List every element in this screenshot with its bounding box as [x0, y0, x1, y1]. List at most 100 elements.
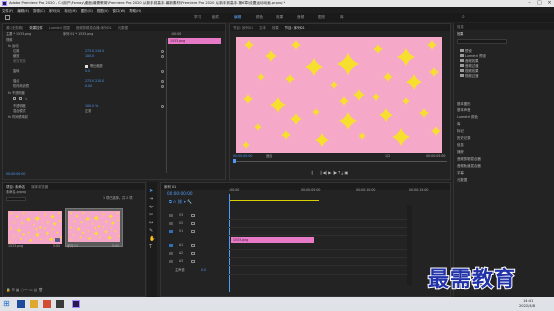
track-label[interactable]: 主声道 — [175, 268, 185, 273]
maximize-button[interactable]: □ — [535, 0, 544, 7]
type-icon[interactable]: T — [149, 244, 152, 250]
selection-tool-icon[interactable]: ➤ — [149, 188, 153, 194]
playhead-marker[interactable] — [233, 159, 236, 163]
effects-list-item[interactable]: 基本图形 — [457, 101, 471, 106]
tab-program-sequence[interactable]: 节目: 序列01 — [285, 25, 305, 30]
tab-effects[interactable]: 效果 — [272, 25, 279, 30]
icon-view-icon[interactable]: ▦ — [16, 288, 19, 292]
step-forward-icon[interactable]: |▶ — [333, 170, 337, 175]
tab-sequence-01[interactable]: 序列 01 — [164, 184, 176, 189]
program-scrubber[interactable] — [233, 161, 447, 162]
snap-icon[interactable]: ∩ — [173, 199, 176, 204]
effects-list-item[interactable]: 基本声音 — [457, 107, 471, 112]
opacity-effect-label[interactable]: fx 不透明度 — [8, 91, 25, 96]
nest-icon[interactable]: ⧉ — [169, 199, 172, 204]
lock-icon[interactable]: 🔒 — [6, 288, 10, 292]
reset-icon[interactable] — [161, 105, 164, 108]
track-select-icon[interactable]: ⇥ — [149, 196, 153, 202]
ripple-edit-icon[interactable]: ⟛ — [149, 204, 154, 210]
playhead-line[interactable] — [229, 194, 230, 292]
workspace-learn[interactable]: 学习 — [194, 13, 201, 22]
rect-mask-icon[interactable] — [19, 97, 22, 100]
pen-mask-icon[interactable]: ✎ — [25, 97, 29, 101]
track-target-toggle[interactable] — [169, 222, 173, 225]
timeline-settings-icon[interactable]: 🔧 — [187, 199, 192, 204]
tab-source[interactable]: 源:(无剪辑) — [6, 25, 23, 30]
pen-icon[interactable]: ✎ — [149, 228, 153, 234]
explorer-icon[interactable] — [30, 300, 38, 308]
menu-graphics[interactable]: 图形(G) — [81, 8, 93, 13]
windows-start-icon[interactable]: ⊞ — [3, 300, 11, 308]
uniform-scale-checkbox[interactable] — [85, 65, 88, 68]
sequence-label[interactable]: 序列 01 * 1533.png — [63, 32, 93, 37]
workspace-libraries[interactable]: 库 — [340, 13, 344, 22]
time-remap-label[interactable]: fx 时间重映射 — [8, 115, 28, 120]
add-marker-icon[interactable]: ▾ — [184, 199, 186, 204]
tab-audio-clip-mixer[interactable]: 音频剪辑混合器:序列01 — [76, 25, 112, 30]
workspace-color[interactable]: 颜色 — [256, 13, 263, 22]
effects-list-item[interactable]: 音频轨道混合器 — [457, 163, 481, 168]
list-view-icon[interactable]: ☰ — [12, 288, 15, 292]
home-icon[interactable] — [5, 15, 10, 20]
effects-list-item[interactable]: 元数据 — [457, 177, 467, 182]
thumb-1533[interactable] — [8, 211, 62, 244]
tab-project[interactable]: 项目: 未命名 — [6, 184, 25, 189]
new-bin-icon[interactable]: ▭ — [29, 288, 32, 292]
premiere-taskbar-icon[interactable] — [72, 300, 80, 308]
track-target-toggle[interactable] — [169, 230, 173, 233]
razor-icon[interactable]: ✂ — [149, 212, 153, 218]
menu-file[interactable]: 文件(F) — [2, 8, 13, 13]
ellipse-mask-icon[interactable] — [13, 97, 16, 100]
zoom-slider[interactable]: ○── — [21, 288, 28, 292]
track-label[interactable]: V1 — [179, 229, 183, 234]
search-icon[interactable]: ⌕ — [462, 13, 465, 22]
camera-icon[interactable]: ▣ — [344, 170, 348, 175]
play-icon[interactable]: ▶ — [328, 170, 331, 175]
track-target-toggle[interactable] — [169, 252, 173, 255]
tab-effect-controls[interactable]: 效果控件 — [29, 25, 43, 30]
track-label[interactable]: A1 — [179, 243, 183, 248]
menu-marker[interactable]: 标记(M) — [64, 8, 76, 13]
effects-list-item[interactable]: 库 — [457, 121, 460, 126]
reset-icon[interactable] — [161, 50, 164, 53]
close-button[interactable]: × — [545, 0, 554, 7]
app-icon[interactable] — [56, 300, 64, 308]
tab-program[interactable]: 节目: 序列01 — [233, 25, 253, 30]
menu-help[interactable]: 帮助(H) — [129, 8, 141, 13]
work-area-bar[interactable] — [229, 200, 319, 201]
tab-media-browser[interactable]: 媒体浏览器 — [31, 184, 48, 189]
thumb-sequence[interactable] — [68, 211, 120, 242]
reset-icon[interactable] — [161, 80, 164, 83]
workspace-audio[interactable]: 音频 — [297, 13, 304, 22]
effects-list-item[interactable]: 音频剪辑混合器 — [457, 156, 481, 161]
mark-in-icon[interactable]: ⎸ — [312, 170, 316, 175]
new-item-icon[interactable]: ▤ — [34, 288, 37, 292]
effects-search-input[interactable] — [457, 39, 507, 44]
slip-icon[interactable]: ↔ — [149, 220, 153, 226]
track-label[interactable]: A2 — [179, 251, 183, 256]
trash-icon[interactable]: 🗑 — [38, 288, 43, 292]
effects-list-item[interactable]: 历史记录 — [457, 135, 471, 140]
scale-value[interactable]: 100.0 — [85, 54, 94, 59]
menu-view[interactable]: 视图(V) — [97, 8, 109, 13]
resolution-select[interactable]: 1/2 — [385, 154, 390, 159]
reset-icon[interactable] — [161, 70, 164, 73]
timeline-scrollbar[interactable] — [407, 205, 412, 285]
reset-icon[interactable] — [161, 85, 164, 88]
reset-icon[interactable] — [161, 55, 164, 58]
workspace-graphics[interactable]: 图形 — [318, 13, 325, 22]
effects-list-item[interactable]: 标记 — [457, 128, 464, 133]
tab-info[interactable]: 信息 — [457, 24, 464, 29]
eye-icon[interactable] — [191, 222, 195, 225]
eye-icon[interactable] — [191, 230, 195, 233]
ec-clip-bar[interactable]: 1533.png — [168, 38, 221, 44]
menu-clip[interactable]: 剪辑(C) — [33, 8, 45, 13]
workspace-effects[interactable]: 效果 — [276, 13, 283, 22]
eye-icon[interactable] — [191, 214, 195, 217]
effects-list-item[interactable]: 视频过渡 — [465, 73, 479, 78]
mark-out-icon[interactable]: ⎹ — [317, 170, 321, 175]
effects-list-item[interactable]: 信息 — [457, 142, 464, 147]
hand-icon[interactable]: ✋ — [149, 236, 155, 242]
menu-sequence[interactable]: 序列(S) — [49, 8, 61, 13]
tab-lumetri-scopes[interactable]: Lumetri 范围 — [49, 25, 70, 30]
